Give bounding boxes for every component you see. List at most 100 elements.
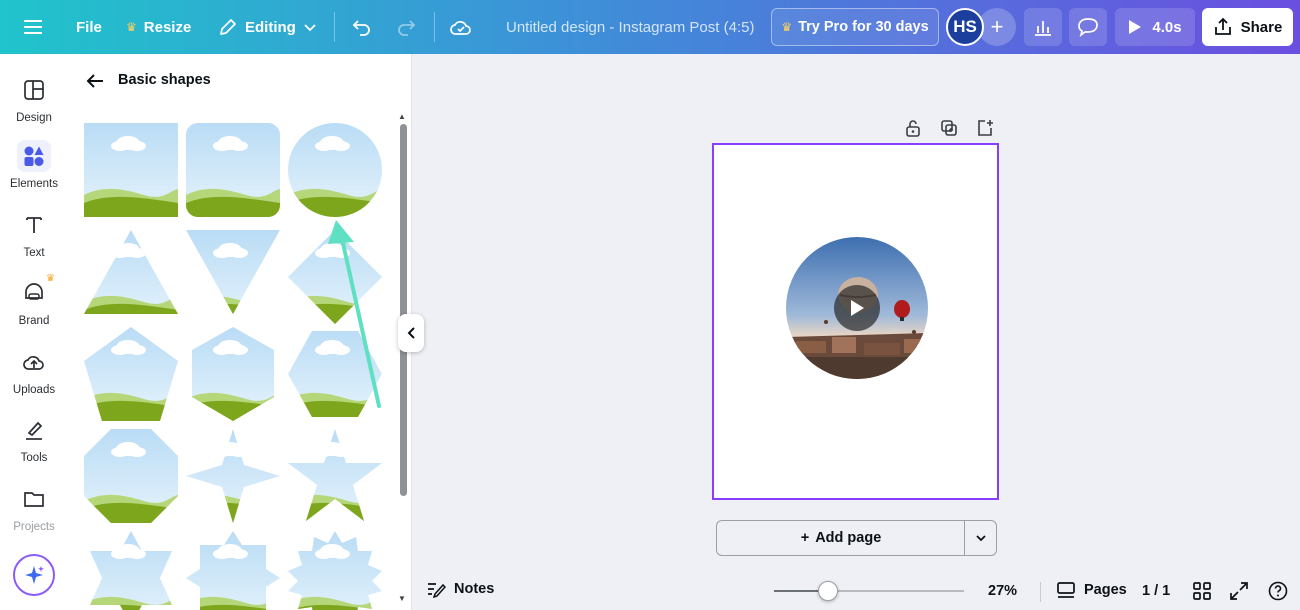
share-icon	[1214, 17, 1231, 35]
share-label: Share	[1240, 18, 1283, 36]
plus-icon: +	[800, 530, 810, 546]
file-label: File	[76, 18, 102, 36]
shape-inverted-triangle[interactable]	[186, 230, 280, 324]
rail-label: Elements	[10, 178, 58, 190]
video-play-button[interactable]	[834, 285, 880, 331]
cloud-check-icon	[450, 21, 471, 35]
rail-item-projects[interactable]: Projects	[0, 483, 68, 533]
divider	[334, 12, 335, 42]
chevron-down-icon	[975, 535, 986, 542]
add-page-label: Add page	[815, 530, 882, 546]
comments-button[interactable]	[1069, 8, 1107, 46]
left-rail: Design Elements Text ♛ Brand Uploads Too…	[0, 54, 68, 610]
zoom-value[interactable]: 27%	[988, 583, 1017, 599]
insights-button[interactable]	[1024, 8, 1062, 46]
shapes-icon	[17, 140, 51, 172]
avatar[interactable]: HS	[946, 8, 984, 46]
back-arrow-icon[interactable]	[84, 70, 106, 92]
rail-item-tools[interactable]: Tools	[0, 414, 68, 464]
rail-item-brand[interactable]: ♛ Brand	[0, 273, 68, 327]
shape-square[interactable]	[84, 123, 178, 217]
try-pro-button[interactable]: ♛ Try Pro for 30 days	[771, 8, 939, 46]
rail-label: Projects	[13, 521, 55, 533]
pages-label: Pages	[1084, 582, 1127, 598]
editing-mode-button[interactable]: Editing	[218, 0, 317, 54]
duplicate-icon[interactable]	[939, 118, 959, 138]
pencil-icon	[220, 19, 236, 35]
add-page-button[interactable]: + Add page	[716, 520, 965, 556]
bottom-bar: Notes 27% Pages 1 / 1	[412, 572, 1300, 610]
chevron-left-icon	[407, 327, 415, 339]
rail-item-elements[interactable]: Elements	[0, 140, 68, 190]
text-icon	[17, 209, 51, 241]
fullscreen-icon[interactable]	[1229, 581, 1249, 601]
shape-rounded-square[interactable]	[186, 123, 280, 217]
play-duration-label: 4.0s	[1152, 18, 1182, 36]
rail-item-design[interactable]: Design	[0, 74, 68, 124]
rail-item-text[interactable]: Text	[0, 209, 68, 259]
cloud-save-button[interactable]	[450, 0, 472, 54]
zoom-slider-handle[interactable]	[818, 581, 838, 601]
undo-icon	[352, 20, 370, 36]
collapse-panel-button[interactable]	[398, 314, 424, 352]
video-element-circle[interactable]	[786, 237, 928, 379]
elements-panel: Basic shapes ▲ ▼	[68, 54, 412, 610]
shape-circle[interactable]	[288, 123, 382, 217]
resize-button[interactable]: ♛ Resize	[126, 0, 191, 54]
pages-button[interactable]: Pages	[1056, 581, 1127, 599]
document-title[interactable]: Untitled design - Instagram Post (4:5)	[506, 0, 754, 54]
crown-icon: ♛	[126, 20, 137, 34]
play-icon	[851, 300, 864, 316]
undo-button[interactable]	[352, 0, 372, 54]
design-page[interactable]	[712, 143, 999, 500]
pages-icon	[1057, 582, 1075, 598]
shape-hexagon[interactable]	[186, 327, 280, 421]
page-count: 1 / 1	[1142, 583, 1171, 599]
add-page-dropdown[interactable]	[964, 520, 997, 556]
brand-icon: ♛	[17, 273, 55, 309]
rail-item-uploads[interactable]: Uploads	[0, 346, 68, 396]
chevron-down-icon	[304, 24, 316, 32]
page-toolbar	[903, 118, 995, 138]
shape-triangle[interactable]	[84, 230, 178, 324]
magic-sparkle-button[interactable]	[13, 554, 55, 596]
cloud-upload-icon	[17, 346, 51, 378]
shape-octagon[interactable]	[84, 429, 178, 523]
divider	[1040, 582, 1041, 602]
top-toolbar: File ♛ Resize Editing Untitled design - …	[0, 0, 1300, 54]
crown-icon: ♛	[781, 20, 793, 34]
rail-label: Design	[16, 112, 52, 124]
help-icon[interactable]	[1268, 581, 1288, 601]
panel-title: Basic shapes	[118, 72, 211, 88]
comment-icon	[1078, 18, 1098, 37]
add-page-icon[interactable]	[975, 118, 995, 138]
sparkle-icon	[25, 566, 44, 584]
notes-label: Notes	[454, 581, 495, 597]
scroll-down-icon[interactable]: ▼	[398, 594, 406, 603]
unlock-icon[interactable]	[903, 118, 923, 138]
notes-icon	[428, 583, 446, 598]
scroll-up-icon[interactable]: ▲	[398, 112, 406, 121]
shape-eight-point-burst[interactable]	[186, 531, 280, 610]
pen-tool-icon	[17, 414, 51, 446]
shape-four-point-star[interactable]	[186, 429, 280, 523]
plus-icon: +	[990, 14, 1004, 39]
editing-label: Editing	[245, 18, 296, 36]
notes-button[interactable]: Notes	[426, 580, 494, 598]
rail-label: Text	[23, 247, 45, 259]
divider	[434, 12, 435, 42]
redo-button[interactable]	[396, 0, 416, 54]
play-icon	[1129, 20, 1142, 34]
shape-twelve-point-burst[interactable]	[288, 531, 382, 610]
panel-scrollbar[interactable]	[400, 124, 407, 496]
present-play-button[interactable]: 4.0s	[1115, 8, 1195, 46]
shape-pentagon[interactable]	[84, 327, 178, 421]
rail-label: Brand	[18, 315, 50, 327]
share-button[interactable]: Share	[1202, 8, 1293, 46]
try-pro-label: Try Pro for 30 days	[798, 19, 929, 35]
shape-six-point-star[interactable]	[84, 531, 178, 610]
shape-five-point-star[interactable]	[288, 429, 382, 523]
menu-icon[interactable]	[24, 0, 44, 54]
grid-view-icon[interactable]	[1192, 581, 1212, 601]
file-menu-button[interactable]: File	[76, 0, 102, 54]
